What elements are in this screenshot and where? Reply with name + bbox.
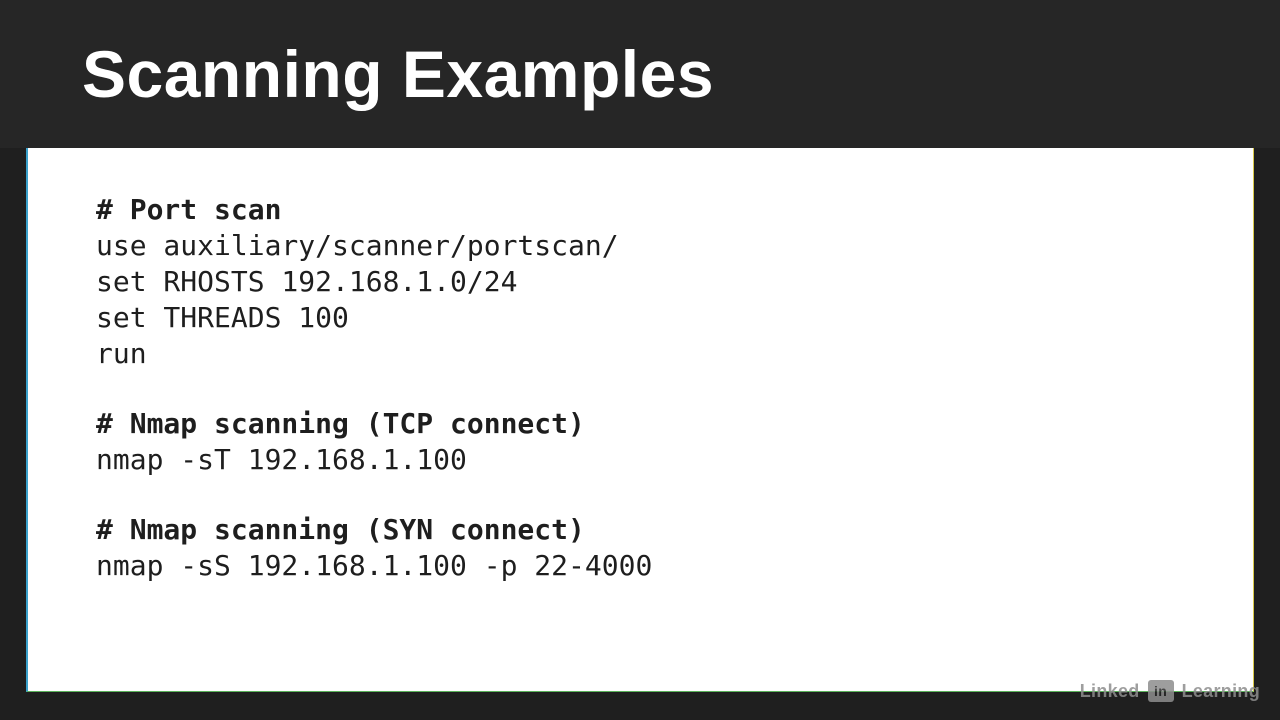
code-line: set RHOSTS 192.168.1.0/24: [96, 264, 1185, 300]
code-comment: # Port scan: [96, 192, 1185, 228]
code-line: use auxiliary/scanner/portscan/: [96, 228, 1185, 264]
code-comment: # Nmap scanning (TCP connect): [96, 406, 1185, 442]
linkedin-in-icon: in: [1148, 680, 1174, 702]
code-line: run: [96, 336, 1185, 372]
code-line: nmap -sS 192.168.1.100 -p 22-4000: [96, 548, 1185, 584]
slide-title: Scanning Examples: [82, 36, 714, 112]
code-comment: # Nmap scanning (SYN connect): [96, 512, 1185, 548]
watermark: Linked in Learning: [1080, 680, 1260, 702]
code-line: nmap -sT 192.168.1.100: [96, 442, 1185, 478]
code-line: set THREADS 100: [96, 300, 1185, 336]
watermark-brand-right: Learning: [1182, 681, 1260, 702]
code-block-nmap-syn: # Nmap scanning (SYN connect) nmap -sS 1…: [96, 512, 1185, 584]
code-area: # Port scan use auxiliary/scanner/portsc…: [96, 192, 1185, 584]
code-block-nmap-tcp: # Nmap scanning (TCP connect) nmap -sT 1…: [96, 406, 1185, 478]
code-block-port-scan: # Port scan use auxiliary/scanner/portsc…: [96, 192, 1185, 372]
slide-body: # Port scan use auxiliary/scanner/portsc…: [26, 148, 1254, 692]
slide-header: Scanning Examples: [0, 0, 1280, 148]
watermark-brand-left: Linked: [1080, 681, 1140, 702]
slide: Scanning Examples # Port scan use auxili…: [0, 0, 1280, 720]
